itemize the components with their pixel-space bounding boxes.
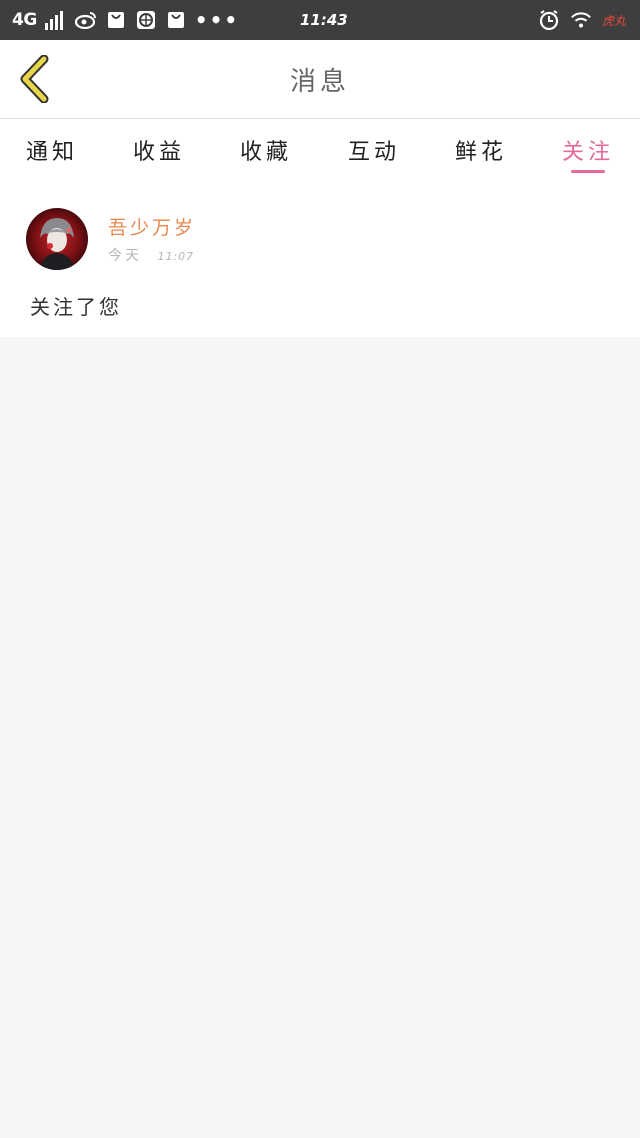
- tab-follows[interactable]: 关注: [543, 119, 633, 181]
- tab-follows-label: 关注: [561, 140, 614, 165]
- battery-indicator: 虎丸: [601, 13, 626, 28]
- message-time: 11:07: [157, 250, 195, 263]
- status-time: 11:43: [300, 11, 348, 29]
- browser-icon: [135, 9, 157, 31]
- status-bar: 4G ••• 11:43 虎丸: [0, 0, 640, 40]
- nav-bar: 消息: [0, 40, 640, 119]
- tab-favorites[interactable]: 收藏: [221, 119, 311, 181]
- shopping-bag-icon: [165, 9, 187, 31]
- wifi-icon: [570, 9, 592, 31]
- back-button[interactable]: [12, 54, 56, 104]
- chevron-left-icon: [20, 55, 49, 103]
- status-bar-left: 4G •••: [12, 0, 239, 40]
- page-title: 消息: [289, 66, 350, 97]
- shopping-bag-icon: [105, 9, 127, 31]
- weibo-icon: [74, 9, 97, 31]
- more-dots-icon: •••: [194, 8, 240, 32]
- tab-earnings[interactable]: 收益: [114, 119, 204, 181]
- alarm-icon: [538, 9, 560, 31]
- tab-flowers[interactable]: 鲜花: [436, 119, 526, 181]
- message-timestamp: 今天 11:07: [108, 245, 194, 265]
- active-tab-indicator: [571, 170, 605, 173]
- network-type: 4G: [12, 10, 37, 30]
- message-text: 关注了您: [30, 295, 122, 319]
- tab-notifications[interactable]: 通知: [7, 119, 97, 181]
- tab-interactions[interactable]: 互动: [329, 119, 419, 181]
- message-date: 今天: [108, 248, 142, 264]
- signal-icon: [44, 10, 63, 30]
- user-name[interactable]: 吾少万岁: [108, 213, 196, 240]
- status-bar-right: 虎丸: [538, 0, 626, 40]
- avatar[interactable]: [26, 208, 88, 270]
- message-item[interactable]: 吾少万岁 今天 11:07 关注了您: [0, 181, 640, 337]
- tab-bar: 通知 收益 收藏 互动 鲜花 关注: [0, 119, 640, 181]
